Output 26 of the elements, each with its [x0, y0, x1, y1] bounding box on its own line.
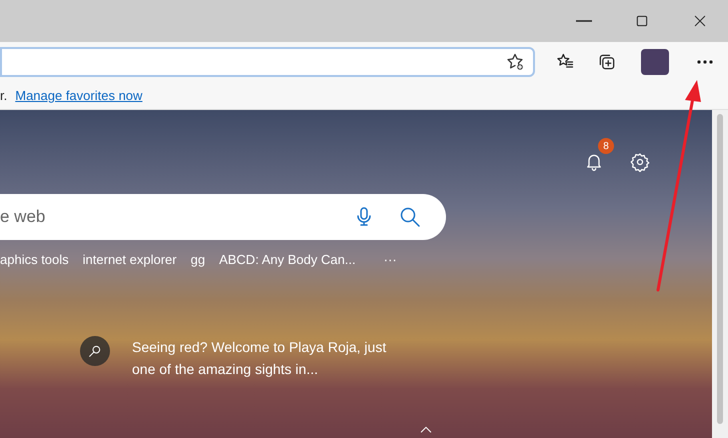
more-icon [697, 60, 713, 64]
maximize-icon [634, 13, 650, 29]
photo-caption[interactable]: Seeing red? Welcome to Playa Roja, just one of the amazing sights in... [132, 336, 392, 380]
close-icon [692, 13, 708, 29]
search-icon [398, 205, 422, 229]
minimize-icon [576, 20, 592, 22]
add-favorite-button[interactable] [505, 52, 525, 72]
quick-link[interactable]: ABCD: Any Body Can... [219, 250, 356, 270]
search-placeholder: e web [0, 206, 46, 228]
scrollbar[interactable] [712, 110, 728, 438]
settings-icon [630, 152, 650, 172]
notification-badge: 8 [598, 138, 614, 154]
manage-favorites-link[interactable]: Manage favorites now [15, 86, 142, 106]
more-links-button[interactable]: ··· [384, 250, 397, 270]
profile-avatar[interactable] [641, 49, 669, 75]
quick-link[interactable]: internet explorer [82, 250, 177, 270]
scrollbar-thumb[interactable] [717, 114, 723, 424]
quick-link[interactable]: gg [190, 250, 206, 270]
collections-icon [597, 52, 617, 72]
visual-search-button[interactable] [80, 336, 110, 366]
search-box[interactable]: e web [0, 194, 446, 240]
search-button[interactable] [398, 205, 422, 229]
bell-icon [584, 152, 604, 172]
star-plus-icon [505, 52, 525, 72]
quick-link[interactable]: aphics tools [0, 250, 69, 270]
favorites-message: r. [0, 86, 8, 105]
